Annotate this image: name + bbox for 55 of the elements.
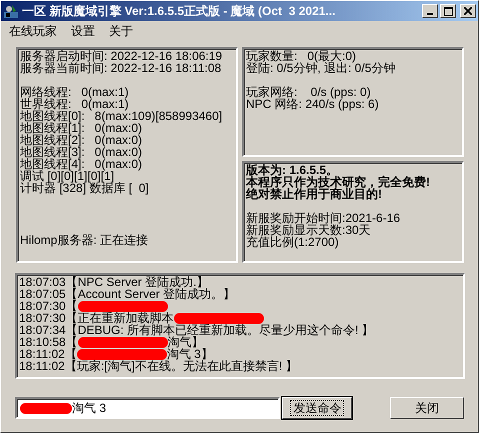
status-text: 地图线程[0]: 8(max:109)[858993460] bbox=[20, 110, 224, 122]
close-icon bbox=[464, 7, 472, 15]
log-message: 【正在重新加载脚本 bbox=[66, 312, 174, 324]
status-text: NPC 网络: 240/s (pps: 6) bbox=[246, 98, 380, 110]
log-time: 18:07:03 bbox=[19, 276, 66, 288]
status-text: 地图线程[2]: 0(max:0) bbox=[20, 134, 144, 146]
app-icon bbox=[3, 3, 19, 19]
status-text: 服务器启动时间: 2022-12-16 18:06:19 bbox=[20, 50, 224, 62]
status-text: 充值比例(1:2700) bbox=[246, 236, 339, 248]
log-time: 18:11:02 bbox=[19, 360, 65, 372]
log-message: 【 bbox=[66, 300, 78, 312]
status-text: 调试 [0][0][1][0][1] bbox=[20, 170, 114, 182]
log-message: 【NPC Server 登陆成功.】 bbox=[66, 276, 208, 288]
log-message: 【Account Server 登陆成功。】 bbox=[66, 288, 236, 300]
status-text: 本程序只作为技术研究，完全免费! bbox=[246, 176, 431, 188]
status-text: 版本为: 1.6.5.5。 bbox=[246, 164, 338, 176]
status-text: 登陆: 0/5分钟, 退出: 0/5分钟 bbox=[246, 62, 396, 74]
log-message: 【 bbox=[66, 336, 78, 348]
status-text: 服务器当前时间: 2022-12-16 18:11:08 bbox=[20, 62, 222, 74]
log-message: 淘气 3】 bbox=[166, 348, 213, 360]
status-text: 新服奖励开始时间:2021-6-16 bbox=[246, 212, 402, 224]
status-text: Hilomp服务器: 正在连接 bbox=[20, 234, 150, 246]
status-text: 网络线程: 0(max:1) bbox=[20, 86, 130, 98]
log-time: 18:07:05 bbox=[19, 288, 66, 300]
close-button[interactable] bbox=[460, 4, 476, 18]
log-time: 18:11:02 bbox=[19, 348, 65, 360]
status-text: 绝对禁止作用于商业目的! bbox=[246, 188, 382, 200]
log-message: 【DEBUG: 所有脚本已经重新加载。尽量少用这个命令! 】 bbox=[66, 324, 374, 336]
log-message: 【 bbox=[64, 348, 77, 360]
status-text: 世界线程: 0(max:1) bbox=[20, 98, 130, 110]
status-text: 计时器 [328] 数据库 [ 0] bbox=[20, 182, 150, 194]
redaction-mark bbox=[20, 402, 72, 414]
status-text: 地图线程[4]: 0(max:0) bbox=[20, 158, 144, 170]
command-field[interactable]: 淘气 3 bbox=[15, 397, 280, 419]
menu-item[interactable]: 设置 bbox=[71, 22, 95, 40]
log-time: 18:07:30 bbox=[19, 312, 66, 324]
window-title: 一区 新版魔域引擎 Ver:1.6.5.5正式版 - 魔域 (Oct 3 2021... bbox=[22, 3, 336, 20]
status-text: 地图线程[1]: 0(max:0) bbox=[20, 122, 142, 134]
maximize-icon bbox=[444, 6, 452, 16]
minimize-button[interactable] bbox=[422, 4, 438, 18]
menu-item[interactable]: 在线玩家 bbox=[9, 22, 57, 40]
send-button[interactable]: 发送命令 bbox=[282, 397, 352, 419]
log-time: 18:10:58 bbox=[19, 336, 66, 348]
maximize-button[interactable] bbox=[440, 4, 456, 18]
log-time: 18:07:34 bbox=[19, 324, 66, 336]
log-message: 淘气】 bbox=[168, 336, 204, 348]
log-message: 【玩家:[淘气]不在线。无法在此直接禁言! 】 bbox=[64, 360, 298, 372]
status-text: 玩家网络: 0/s (pps: 0) bbox=[246, 86, 372, 98]
status-text: 新服奖励显示天数:30天 bbox=[246, 224, 372, 236]
menu-item[interactable]: 关于 bbox=[109, 22, 133, 40]
log-time: 18:07:30 bbox=[19, 300, 66, 312]
close-button[interactable]: 关闭 bbox=[390, 397, 464, 419]
status-text: 玩家数量: 0(最大:0) bbox=[246, 50, 358, 62]
status-text: 地图线程[3]: 0(max:0) bbox=[20, 146, 144, 158]
command-text: 淘气 3 bbox=[72, 402, 106, 414]
